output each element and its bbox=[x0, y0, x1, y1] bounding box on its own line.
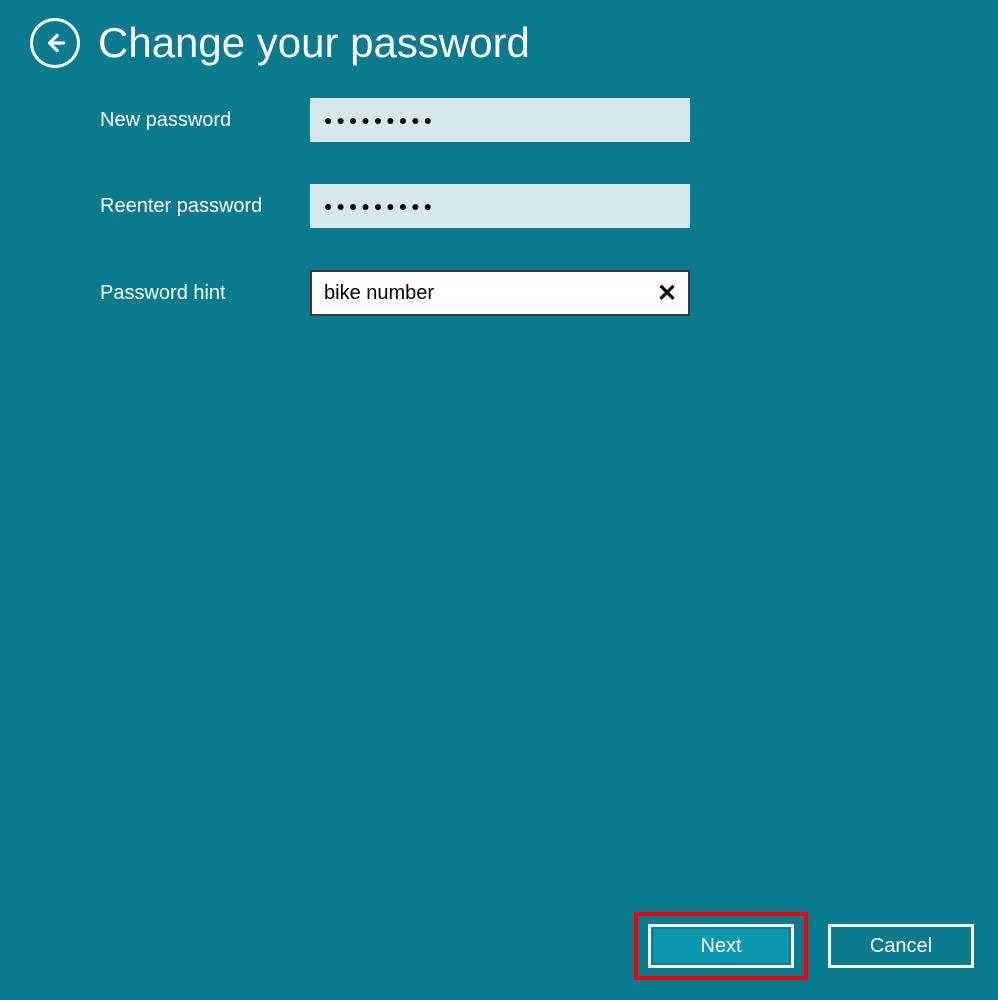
header: Change your password bbox=[0, 0, 998, 68]
back-button[interactable] bbox=[30, 18, 80, 68]
password-hint-label: Password hint bbox=[100, 282, 310, 305]
reenter-password-input[interactable]: ●●●●●●●●● bbox=[310, 184, 690, 228]
password-form: New password ●●●●●●●●● Reenter password … bbox=[0, 68, 998, 316]
cancel-button[interactable]: Cancel bbox=[828, 924, 974, 968]
arrow-left-icon bbox=[42, 30, 68, 56]
reenter-password-row: Reenter password ●●●●●●●●● bbox=[100, 184, 998, 228]
new-password-label: New password bbox=[100, 109, 310, 132]
page-title: Change your password bbox=[98, 19, 530, 67]
close-icon: ✕ bbox=[657, 279, 677, 308]
password-hint-field-wrap: ✕ bbox=[310, 270, 690, 316]
next-button[interactable]: Next bbox=[648, 924, 794, 968]
clear-hint-button[interactable]: ✕ bbox=[652, 278, 682, 308]
new-password-field-wrap: ●●●●●●●●● bbox=[310, 98, 690, 142]
reenter-password-field-wrap: ●●●●●●●●● bbox=[310, 184, 690, 228]
password-hint-row: Password hint ✕ bbox=[100, 270, 998, 316]
password-mask: ●●●●●●●●● bbox=[324, 199, 436, 213]
password-hint-input[interactable] bbox=[310, 270, 690, 316]
password-mask: ●●●●●●●●● bbox=[324, 113, 436, 127]
footer: Next Cancel bbox=[634, 912, 974, 980]
reenter-password-label: Reenter password bbox=[100, 195, 310, 218]
next-button-highlight: Next bbox=[634, 912, 808, 980]
new-password-input[interactable]: ●●●●●●●●● bbox=[310, 98, 690, 142]
new-password-row: New password ●●●●●●●●● bbox=[100, 98, 998, 142]
cancel-wrap: Cancel bbox=[828, 916, 974, 976]
